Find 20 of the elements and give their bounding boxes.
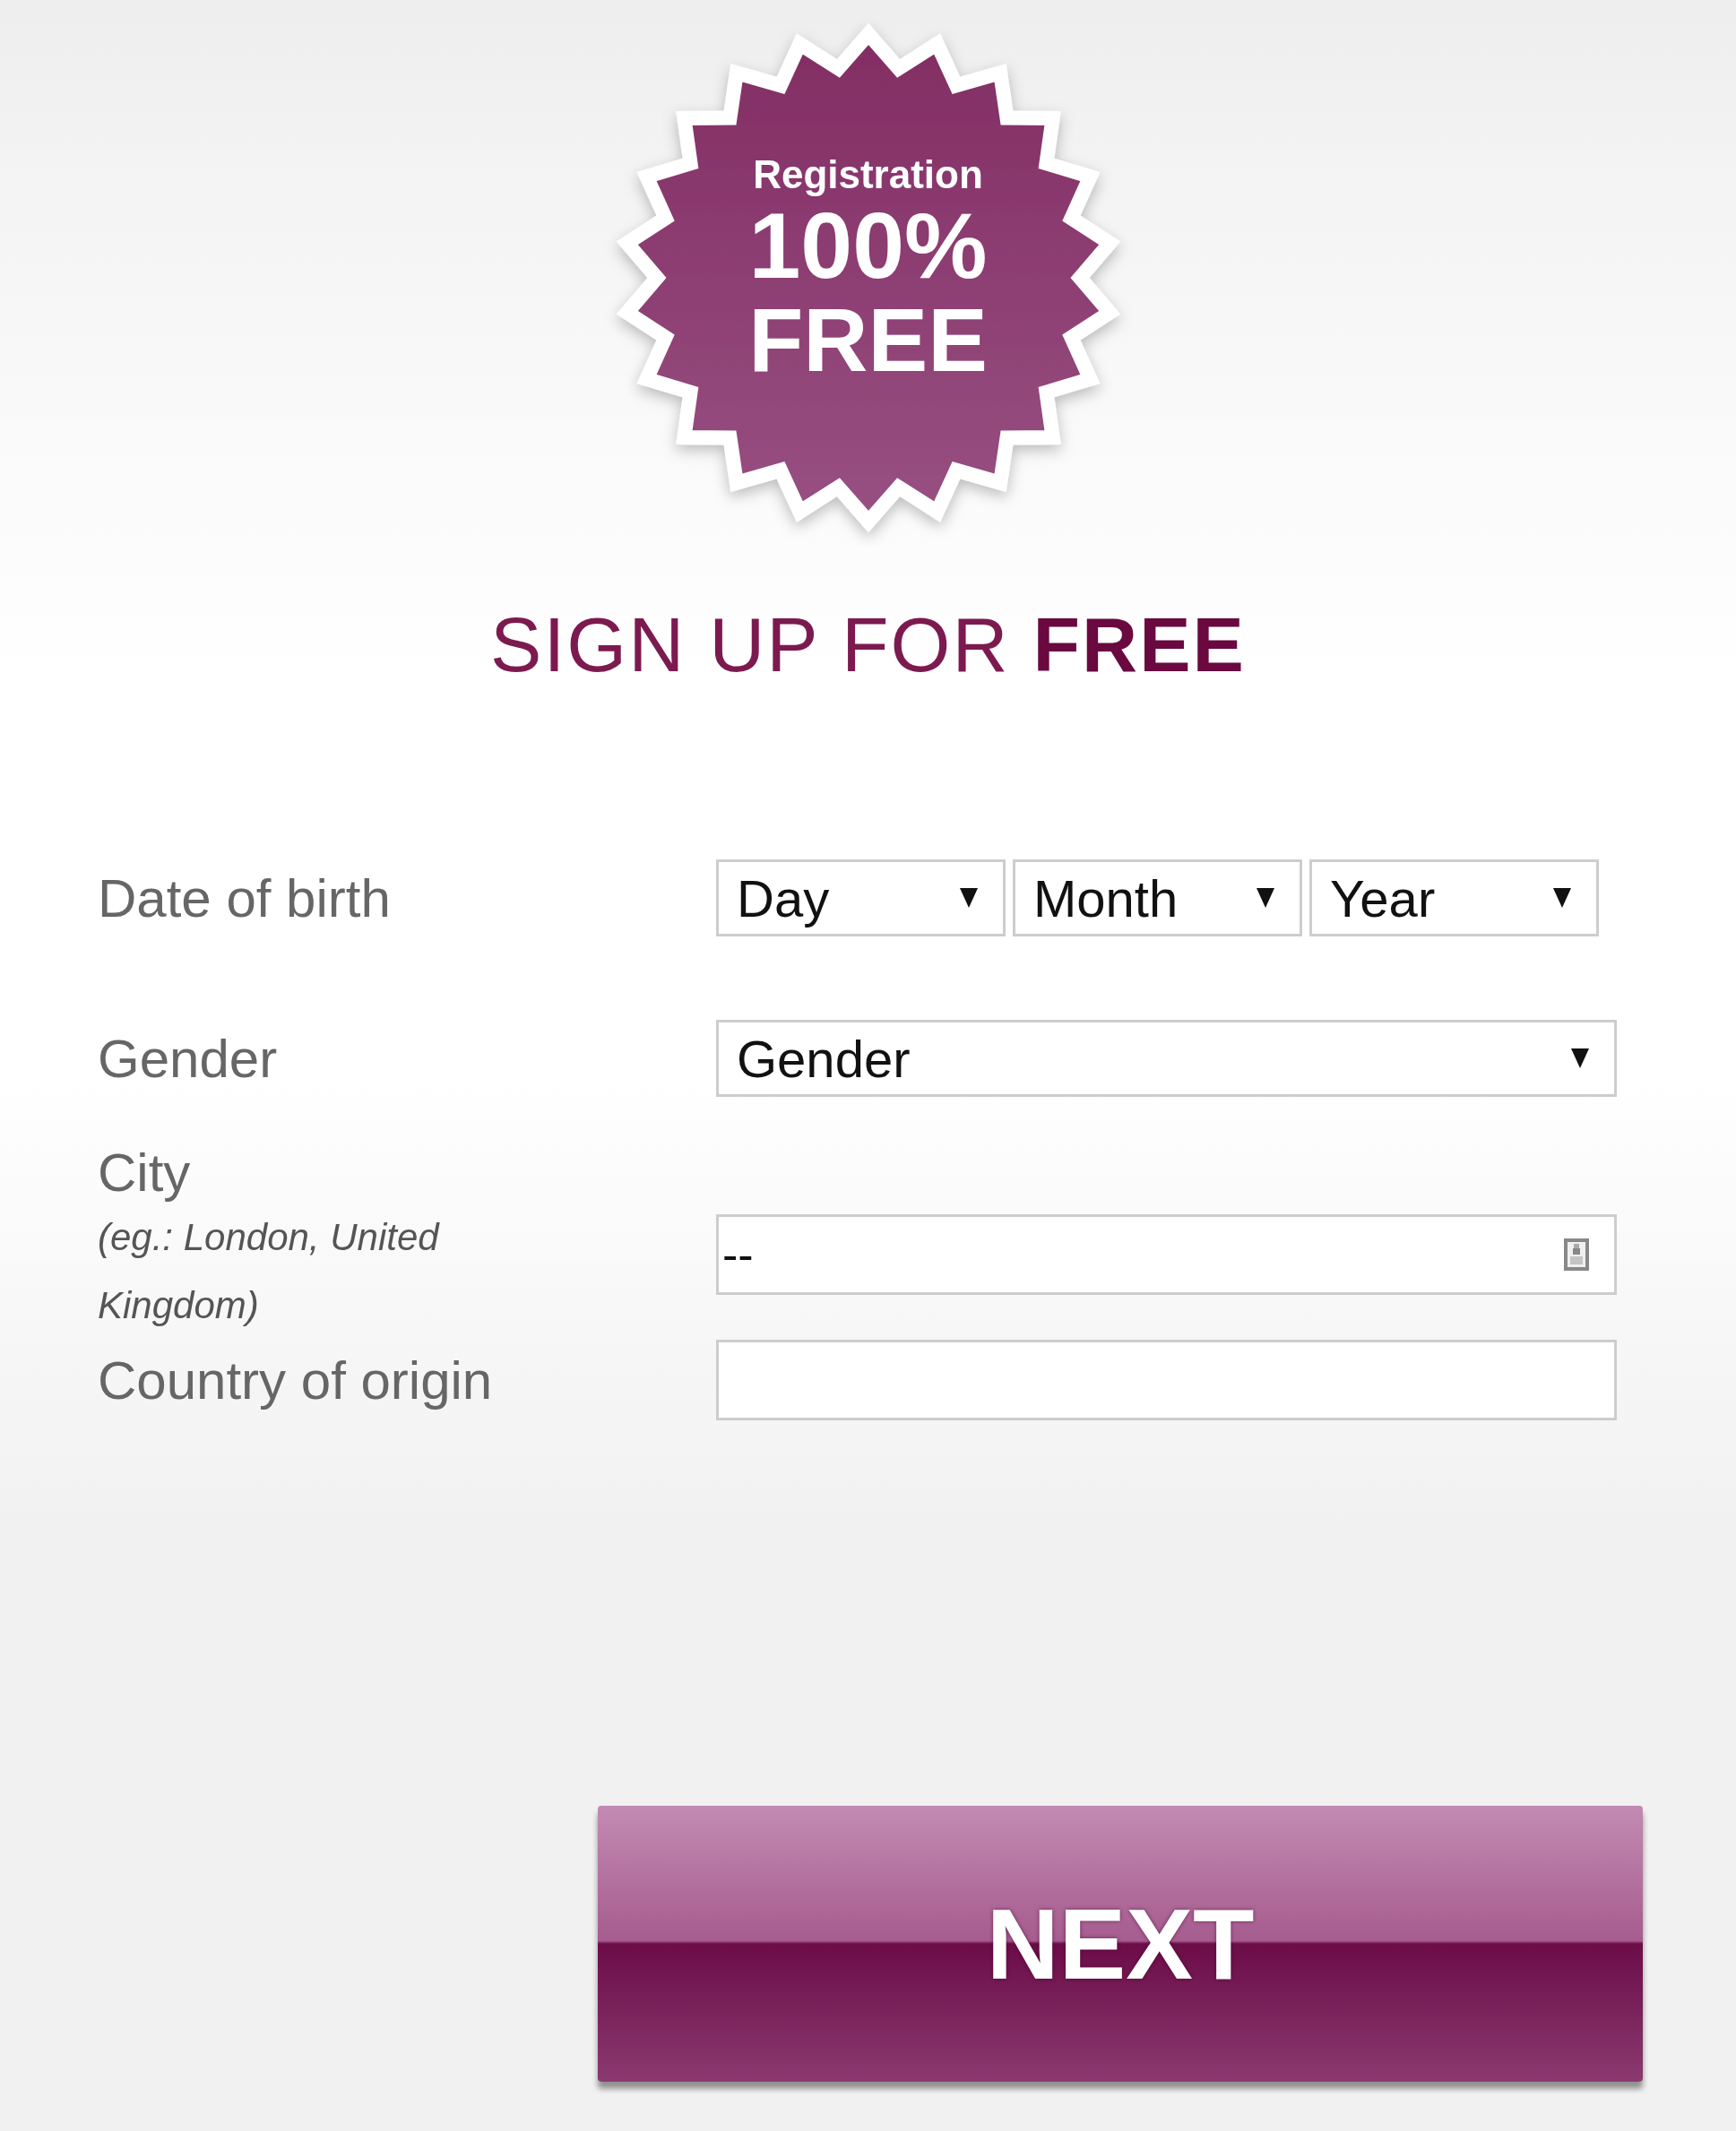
select-field[interactable]: Gender — [716, 1020, 1617, 1097]
badge-caption: Registration — [753, 153, 983, 197]
next-button[interactable]: NEXT — [598, 1806, 1643, 2082]
field-hint: (eg.: London, United Kingdom) — [98, 1215, 441, 1328]
badge-free: FREE — [748, 294, 988, 384]
input-field[interactable] — [716, 1340, 1617, 1420]
select-field[interactable]: Day — [716, 859, 1006, 936]
field-label: Gender — [98, 1027, 279, 1090]
caret-icon — [1257, 888, 1274, 908]
field-label: Date of birth — [98, 867, 392, 929]
select-field[interactable]: Year — [1309, 859, 1599, 936]
badge-percent: 100% — [748, 196, 988, 295]
caret-icon — [1553, 888, 1571, 908]
field-label: Country of origin — [98, 1349, 494, 1411]
page-heading: SIGN UP FOR FREE — [490, 600, 1246, 689]
caret-icon — [960, 888, 978, 908]
field-label: City — [98, 1142, 192, 1204]
input-field[interactable]: -- — [716, 1214, 1617, 1295]
select-field[interactable]: Month — [1013, 859, 1302, 936]
caret-icon — [1571, 1048, 1589, 1068]
